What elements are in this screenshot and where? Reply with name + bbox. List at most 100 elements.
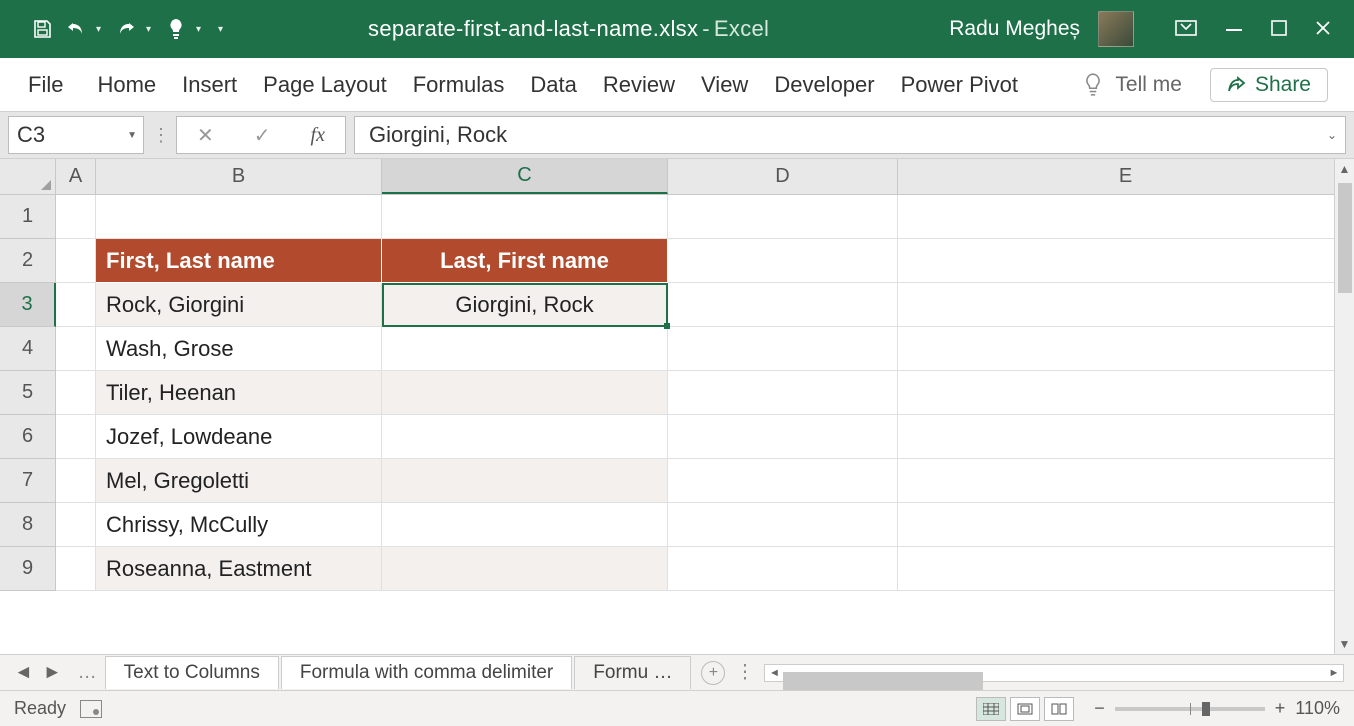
cell[interactable]: Mel, Gregoletti (96, 459, 382, 503)
lightbulb-dropdown-icon[interactable]: ▾ (196, 24, 206, 35)
cell[interactable] (898, 239, 1354, 283)
user-account[interactable]: Radu Megheș (949, 11, 1134, 47)
sheet-tab[interactable]: Formula with comma delimiter (281, 656, 572, 689)
cell[interactable] (668, 547, 898, 591)
chevron-down-icon[interactable]: ▼ (127, 130, 137, 141)
scroll-left-icon[interactable]: ◄ (765, 667, 783, 679)
row-header[interactable]: 7 (0, 459, 56, 503)
macro-recording-icon[interactable] (80, 700, 102, 718)
sheet-nav[interactable]: ◄► (6, 662, 70, 684)
cell[interactable] (898, 503, 1354, 547)
qat-customize-icon[interactable]: ▾ (218, 24, 228, 35)
cell[interactable] (382, 327, 668, 371)
cell[interactable] (56, 327, 96, 371)
sheet-tab[interactable]: Formu … (574, 656, 691, 689)
cell[interactable] (898, 283, 1354, 327)
cell[interactable] (668, 371, 898, 415)
cell[interactable] (382, 459, 668, 503)
col-header-d[interactable]: D (668, 159, 898, 194)
scroll-thumb[interactable] (783, 672, 983, 690)
scroll-down-icon[interactable]: ▼ (1339, 634, 1351, 654)
vertical-scrollbar[interactable]: ▲ ▼ (1334, 159, 1354, 654)
undo-icon[interactable] (62, 15, 90, 43)
col-header-e[interactable]: E (898, 159, 1354, 194)
zoom-slider[interactable] (1115, 707, 1265, 711)
undo-dropdown-icon[interactable]: ▾ (96, 24, 106, 35)
cell[interactable] (898, 371, 1354, 415)
sheet-next-icon[interactable]: ► (43, 662, 62, 684)
cell[interactable] (382, 195, 668, 239)
redo-icon[interactable] (112, 15, 140, 43)
cancel-formula-icon[interactable]: ✕ (197, 123, 214, 148)
cell[interactable] (56, 195, 96, 239)
scroll-right-icon[interactable]: ► (1325, 667, 1343, 679)
row-header[interactable]: 8 (0, 503, 56, 547)
cell[interactable] (898, 547, 1354, 591)
sheet-menu-icon[interactable]: ⋮ (735, 661, 754, 684)
row-header[interactable]: 2 (0, 239, 56, 283)
ribbon-options-icon[interactable] (1174, 19, 1198, 39)
minimize-icon[interactable] (1224, 19, 1244, 39)
cell[interactable] (56, 283, 96, 327)
cell[interactable] (898, 195, 1354, 239)
zoom-value[interactable]: 110% (1295, 698, 1340, 719)
cell[interactable] (668, 459, 898, 503)
cell[interactable] (56, 503, 96, 547)
col-header-a[interactable]: A (56, 159, 96, 194)
row-header[interactable]: 6 (0, 415, 56, 459)
cell[interactable] (898, 415, 1354, 459)
cell[interactable]: Tiler, Heenan (96, 371, 382, 415)
sheet-ellipsis[interactable]: … (70, 662, 105, 684)
zoom-in-icon[interactable]: + (1275, 698, 1286, 719)
cell[interactable] (382, 371, 668, 415)
cell[interactable] (56, 415, 96, 459)
row-header[interactable]: 5 (0, 371, 56, 415)
sheet-prev-icon[interactable]: ◄ (14, 662, 33, 684)
select-all-corner[interactable] (0, 159, 56, 194)
formula-input[interactable]: Giorgini, Rock ⌄ (354, 116, 1346, 154)
tab-file[interactable]: File (28, 72, 63, 98)
tab-data[interactable]: Data (530, 72, 576, 98)
col-header-b[interactable]: B (96, 159, 382, 194)
tab-formulas[interactable]: Formulas (413, 72, 505, 98)
lightbulb-icon[interactable] (162, 15, 190, 43)
sheet-tab[interactable]: Text to Columns (105, 656, 279, 689)
tab-review[interactable]: Review (603, 72, 675, 98)
table-header-cell[interactable]: Last, First name (382, 239, 668, 283)
col-header-c[interactable]: C (382, 159, 668, 194)
cell[interactable] (56, 371, 96, 415)
cell[interactable] (668, 327, 898, 371)
redo-dropdown-icon[interactable]: ▾ (146, 24, 156, 35)
cell[interactable] (382, 503, 668, 547)
scroll-up-icon[interactable]: ▲ (1339, 159, 1351, 179)
fx-icon[interactable]: fx (311, 124, 325, 147)
cell[interactable]: Chrissy, McCully (96, 503, 382, 547)
share-button[interactable]: Share (1210, 68, 1328, 102)
horizontal-scrollbar[interactable]: ◄ ► (764, 664, 1344, 682)
cell[interactable]: Wash, Grose (96, 327, 382, 371)
cell-selected[interactable]: Giorgini, Rock (382, 283, 668, 327)
zoom-out-icon[interactable]: − (1094, 698, 1105, 719)
maximize-icon[interactable] (1270, 19, 1288, 39)
view-page-break-icon[interactable] (1044, 697, 1074, 721)
enter-formula-icon[interactable]: ✓ (254, 123, 271, 148)
view-normal-icon[interactable] (976, 697, 1006, 721)
cell[interactable] (56, 239, 96, 283)
cell[interactable]: Jozef, Lowdeane (96, 415, 382, 459)
table-header-cell[interactable]: First, Last name (96, 239, 382, 283)
row-header[interactable]: 9 (0, 547, 56, 591)
cell[interactable] (668, 415, 898, 459)
tab-developer[interactable]: Developer (774, 72, 874, 98)
tell-me[interactable]: Tell me (1083, 73, 1182, 97)
formula-bar-handle[interactable]: ⋮ (152, 125, 168, 146)
tab-view[interactable]: View (701, 72, 748, 98)
add-sheet-button[interactable]: + (701, 661, 725, 685)
cell[interactable] (56, 459, 96, 503)
row-header[interactable]: 4 (0, 327, 56, 371)
cell[interactable] (668, 283, 898, 327)
cell[interactable] (668, 195, 898, 239)
cell[interactable] (382, 415, 668, 459)
cell[interactable] (56, 547, 96, 591)
cell[interactable] (96, 195, 382, 239)
view-page-layout-icon[interactable] (1010, 697, 1040, 721)
